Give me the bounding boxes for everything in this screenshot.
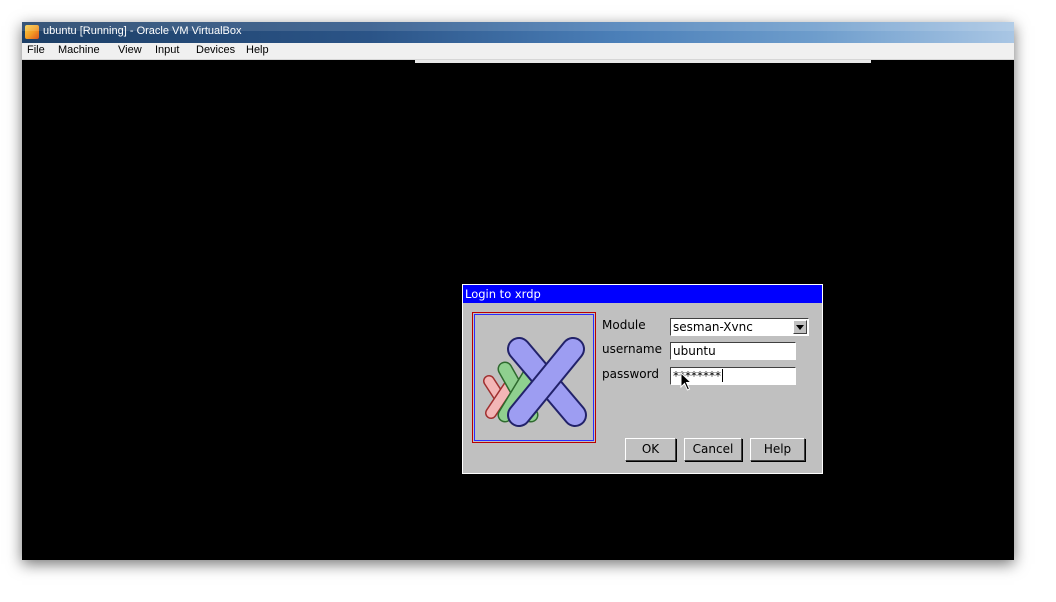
menu-view[interactable]: View (118, 44, 142, 56)
virtualbox-window: ubuntu [Running] - Oracle VM VirtualBox … (22, 22, 1014, 560)
username-value: ubuntu (673, 344, 716, 358)
menu-input[interactable]: Input (155, 44, 179, 56)
menu-machine[interactable]: Machine (58, 44, 100, 56)
guest-top-bar (415, 60, 871, 63)
window-titlebar[interactable]: ubuntu [Running] - Oracle VM VirtualBox (22, 22, 1014, 43)
menu-help[interactable]: Help (246, 44, 269, 56)
module-label: Module (602, 318, 646, 332)
module-value: sesman-Xvnc (673, 320, 753, 334)
mouse-pointer-icon (680, 372, 693, 391)
username-field[interactable]: ubuntu (670, 342, 796, 360)
xrdp-login-dialog: Login to xrdp Module sesman-Xvnc usernam… (462, 284, 823, 474)
password-label: password (602, 367, 659, 381)
virtualbox-icon (25, 25, 39, 39)
ok-button[interactable]: OK (625, 438, 676, 461)
menubar: File Machine View Input Devices Help (22, 43, 1014, 60)
help-button[interactable]: Help (750, 438, 805, 461)
menu-devices[interactable]: Devices (196, 44, 235, 56)
xrdp-logo (472, 312, 596, 443)
cancel-button[interactable]: Cancel (684, 438, 742, 461)
logo-frame (474, 314, 594, 441)
text-caret (722, 369, 723, 382)
chevron-down-icon[interactable] (793, 320, 807, 334)
username-label: username (602, 342, 662, 356)
window-title: ubuntu [Running] - Oracle VM VirtualBox (43, 25, 242, 37)
menu-file[interactable]: File (27, 44, 45, 56)
xrdp-logo-icon (483, 337, 587, 427)
module-select[interactable]: sesman-Xvnc (670, 318, 809, 336)
dialog-title[interactable]: Login to xrdp (463, 285, 822, 303)
